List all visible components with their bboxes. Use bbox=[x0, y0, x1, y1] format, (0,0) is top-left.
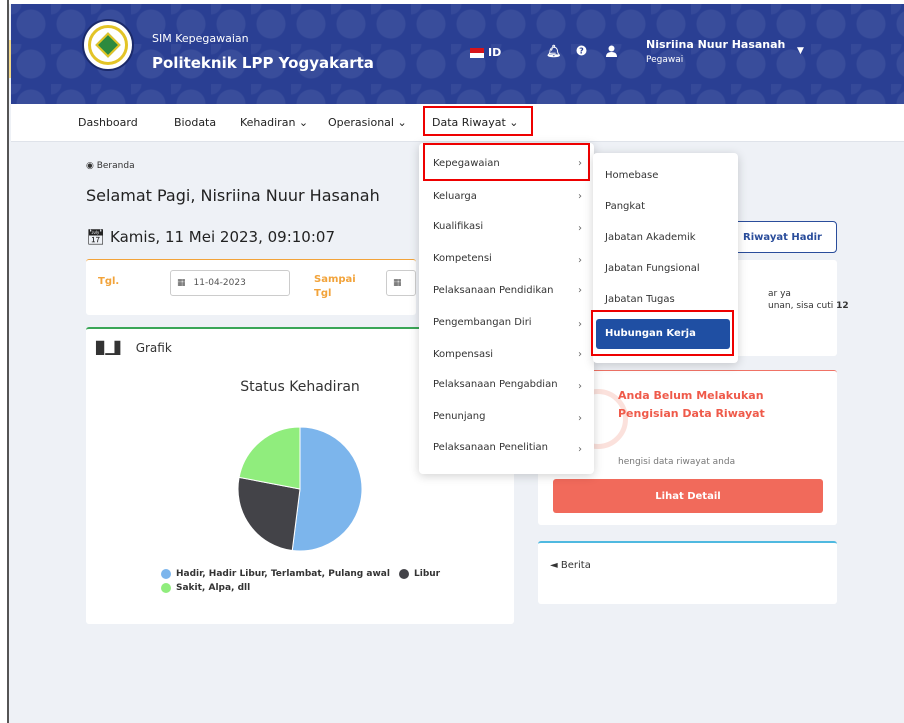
menu-item-kualifikasi[interactable]: Kualifikasi bbox=[433, 221, 483, 232]
politeknik-logo[interactable] bbox=[82, 19, 134, 71]
nav-data-riwayat[interactable]: Data Riwayat ⌄ bbox=[432, 116, 518, 129]
legend-label: Sakit, Alpa, dll bbox=[176, 583, 251, 593]
user-icon[interactable] bbox=[606, 45, 617, 60]
submenu-item-jabatan-tugas[interactable]: Jabatan Tugas bbox=[605, 294, 675, 305]
warning-title: Anda Belum Melakukan Pengisian Data Riwa… bbox=[618, 389, 765, 420]
lihat-detail-button[interactable]: Lihat Detail bbox=[553, 479, 823, 513]
legend-item-hadir[interactable]: Hadir, Hadir Libur, Terlambat, Pulang aw… bbox=[161, 569, 390, 579]
language-label: ID bbox=[488, 46, 502, 59]
nav-dashboard[interactable]: Dashboard bbox=[78, 116, 138, 129]
berita-header: ◄ Berita bbox=[550, 560, 591, 571]
calendar-icon: ▦ bbox=[393, 278, 402, 288]
chevron-right-icon: › bbox=[578, 319, 582, 330]
cuti-text: ar ya unan, sisa cuti 12 bbox=[768, 288, 849, 312]
chevron-right-icon: › bbox=[578, 158, 582, 169]
menu-item-pengembangan-diri[interactable]: Pengembangan Diri bbox=[433, 317, 532, 328]
submenu-item-jabatan-fungsional[interactable]: Jabatan Fungsional bbox=[605, 263, 700, 274]
legend-item-libur[interactable]: Libur bbox=[399, 569, 440, 579]
cuti-line-1: ar ya bbox=[768, 289, 791, 299]
kepegawaian-submenu: Homebase Pangkat Jabatan Akademik Jabata… bbox=[591, 153, 738, 363]
user-role: Pegawai bbox=[646, 55, 684, 65]
app-subtitle: SIM Kepegawaian bbox=[152, 32, 249, 45]
cuti-count: 12 bbox=[836, 301, 849, 311]
berita-card: ◄ Berita bbox=[538, 541, 837, 604]
user-name[interactable]: Nisriina Nuur Hasanah bbox=[646, 38, 785, 51]
chevron-right-icon: › bbox=[578, 381, 582, 392]
main-navbar: Dashboard Biodata Kehadiran ⌄ Operasiona… bbox=[11, 104, 904, 142]
menu-item-pelaksanaan-penelitian[interactable]: Pelaksanaan Penelitian bbox=[433, 442, 548, 453]
start-date-input[interactable]: ▦ 11-04-2023 bbox=[170, 270, 290, 296]
menu-item-kepegawaian[interactable]: Kepegawaian bbox=[433, 158, 500, 169]
nav-biodata[interactable]: Biodata bbox=[174, 116, 216, 129]
menu-item-kompensasi[interactable]: Kompensasi bbox=[433, 349, 493, 360]
chevron-right-icon: › bbox=[578, 349, 582, 360]
submenu-item-pangkat[interactable]: Pangkat bbox=[605, 201, 645, 212]
palette-icon: ◉ bbox=[86, 161, 97, 171]
menu-item-kompetensi[interactable]: Kompetensi bbox=[433, 253, 492, 264]
warning-subtitle: hengisi data riwayat anda bbox=[618, 457, 736, 467]
submenu-item-hubungan-kerja-label: Hubungan Kerja bbox=[605, 328, 696, 339]
sampai-label: Sampai bbox=[314, 274, 356, 285]
legend-swatch bbox=[161, 569, 171, 579]
pie-slice-1[interactable] bbox=[237, 476, 301, 552]
berita-label: Berita bbox=[560, 560, 591, 571]
chevron-right-icon: › bbox=[578, 191, 582, 202]
date-text: Kamis, 11 Mei 2023, 09:10:07 bbox=[110, 228, 335, 246]
current-date: 📅︎ Kamis, 11 Mei 2023, 09:10:07 bbox=[86, 228, 335, 246]
greeting-title: Selamat Pagi, Nisriina Nuur Hasanah bbox=[86, 186, 380, 205]
menu-item-keluarga[interactable]: Keluarga bbox=[433, 191, 477, 202]
legend-swatch bbox=[399, 569, 409, 579]
tgl-label: Tgl. bbox=[98, 276, 120, 287]
chevron-right-icon: › bbox=[578, 413, 582, 424]
menu-item-penunjang[interactable]: Penunjang bbox=[433, 411, 485, 422]
calendar-icon: ▦ bbox=[177, 278, 186, 288]
menu-item-pelaksanaan-pendidikan[interactable]: Pelaksanaan Pendidikan bbox=[433, 285, 553, 296]
menu-item-pelaksanaan-pengabdian[interactable]: Pelaksanaan Pengabdian bbox=[433, 379, 558, 390]
app-title: Politeknik LPP Yogyakarta bbox=[152, 54, 374, 72]
submenu-item-homebase[interactable]: Homebase bbox=[605, 170, 658, 181]
chevron-right-icon: › bbox=[578, 444, 582, 455]
megaphone-icon: ◄ bbox=[550, 560, 561, 571]
submenu-item-jabatan-akademik[interactable]: Jabatan Akademik bbox=[605, 232, 696, 243]
top-header bbox=[11, 4, 904, 104]
end-date-input[interactable]: ▦ bbox=[386, 270, 416, 296]
breadcrumb[interactable]: ◉ Beranda bbox=[86, 161, 135, 171]
indonesia-flag-icon bbox=[470, 47, 484, 58]
bell-icon[interactable]: 🔔︎ bbox=[546, 44, 561, 58]
chevron-right-icon: › bbox=[578, 285, 582, 296]
breadcrumb-label: Beranda bbox=[96, 161, 135, 171]
data-riwayat-menu: Kepegawaian › Keluarga › Kualifikasi › Komp… bbox=[419, 143, 594, 474]
nav-kehadiran[interactable]: Kehadiran ⌄ bbox=[240, 116, 308, 129]
legend-item-sakit[interactable]: Sakit, Alpa, dll bbox=[161, 583, 250, 593]
svg-text:?: ? bbox=[579, 47, 584, 56]
sampai-label-2: Tgl bbox=[314, 288, 332, 299]
legend-label: Libur bbox=[414, 569, 441, 579]
user-menu-caret-icon[interactable]: ▼ bbox=[797, 46, 804, 56]
riwayat-hadir-button[interactable]: Riwayat Hadir bbox=[730, 221, 837, 253]
legend-swatch bbox=[161, 583, 171, 593]
start-date-value: 11-04-2023 bbox=[193, 278, 246, 288]
nav-operasional[interactable]: Operasional ⌄ bbox=[328, 116, 407, 129]
window-left-edge bbox=[0, 0, 9, 723]
chevron-right-icon: › bbox=[578, 255, 582, 266]
language-switch[interactable]: ID bbox=[470, 46, 501, 59]
attendance-filter: Tgl. ▦ 11-04-2023 Sampai Tgl ▦ bbox=[86, 259, 416, 315]
legend-label: Hadir, Hadir Libur, Terlambat, Pulang aw… bbox=[176, 569, 390, 579]
calendar-icon: 📅︎ bbox=[86, 228, 106, 246]
cuti-line-2: unan, sisa cuti bbox=[768, 301, 834, 311]
help-icon[interactable]: ? bbox=[576, 45, 587, 59]
pie-slice-0[interactable] bbox=[291, 426, 363, 552]
chevron-right-icon: › bbox=[578, 223, 582, 234]
